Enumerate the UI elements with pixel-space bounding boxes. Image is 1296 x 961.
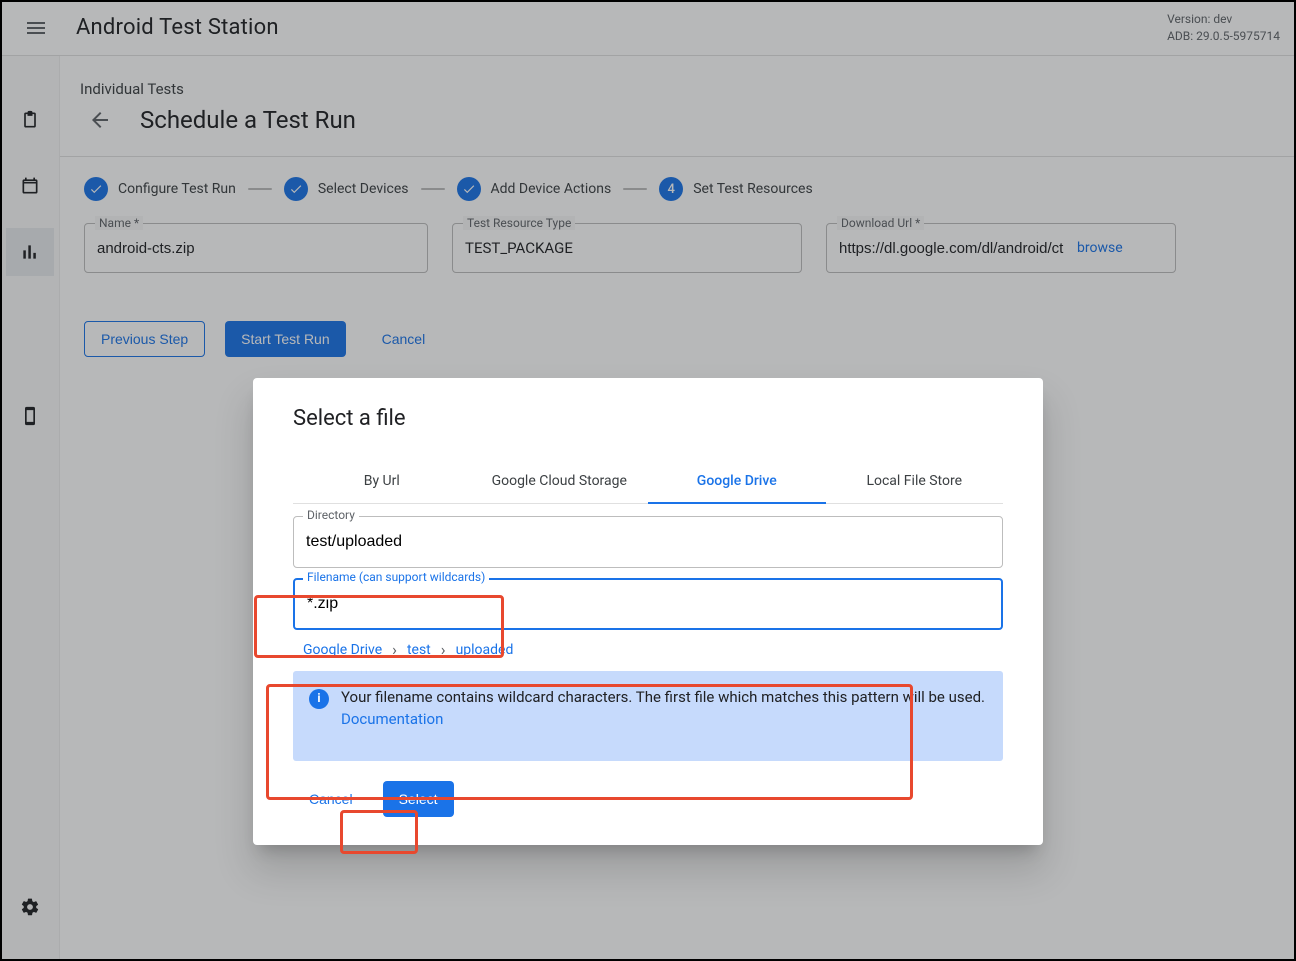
dialog-tabs: By Url Google Cloud Storage Google Drive… (293, 459, 1003, 504)
filename-field[interactable]: Filename (can support wildcards) (293, 578, 1003, 630)
tab-gcs[interactable]: Google Cloud Storage (471, 459, 649, 503)
dialog-title: Select a file (293, 406, 1003, 431)
path-breadcrumbs: Google Drive › test › uploaded (303, 640, 1003, 659)
chevron-right-icon: › (441, 640, 446, 659)
filename-input[interactable] (307, 595, 989, 613)
select-file-dialog: Select a file By Url Google Cloud Storag… (253, 378, 1043, 845)
dialog-cancel-button[interactable]: Cancel (293, 781, 369, 817)
documentation-link[interactable]: Documentation (341, 710, 443, 728)
info-text: Your filename contains wildcard characte… (341, 688, 985, 706)
crumb-root[interactable]: Google Drive (303, 642, 382, 658)
tab-google-drive[interactable]: Google Drive (648, 459, 826, 503)
crumb-uploaded[interactable]: uploaded (456, 642, 514, 658)
directory-input[interactable] (306, 533, 990, 551)
dialog-select-button[interactable]: Select (383, 781, 454, 817)
info-icon: i (309, 689, 329, 709)
crumb-test[interactable]: test (407, 642, 431, 658)
chevron-right-icon: › (392, 640, 397, 659)
directory-field[interactable]: Directory (293, 516, 1003, 568)
tab-local-store[interactable]: Local File Store (826, 459, 1004, 503)
tab-by-url[interactable]: By Url (293, 459, 471, 503)
wildcard-info-box: i Your filename contains wildcard charac… (293, 671, 1003, 761)
